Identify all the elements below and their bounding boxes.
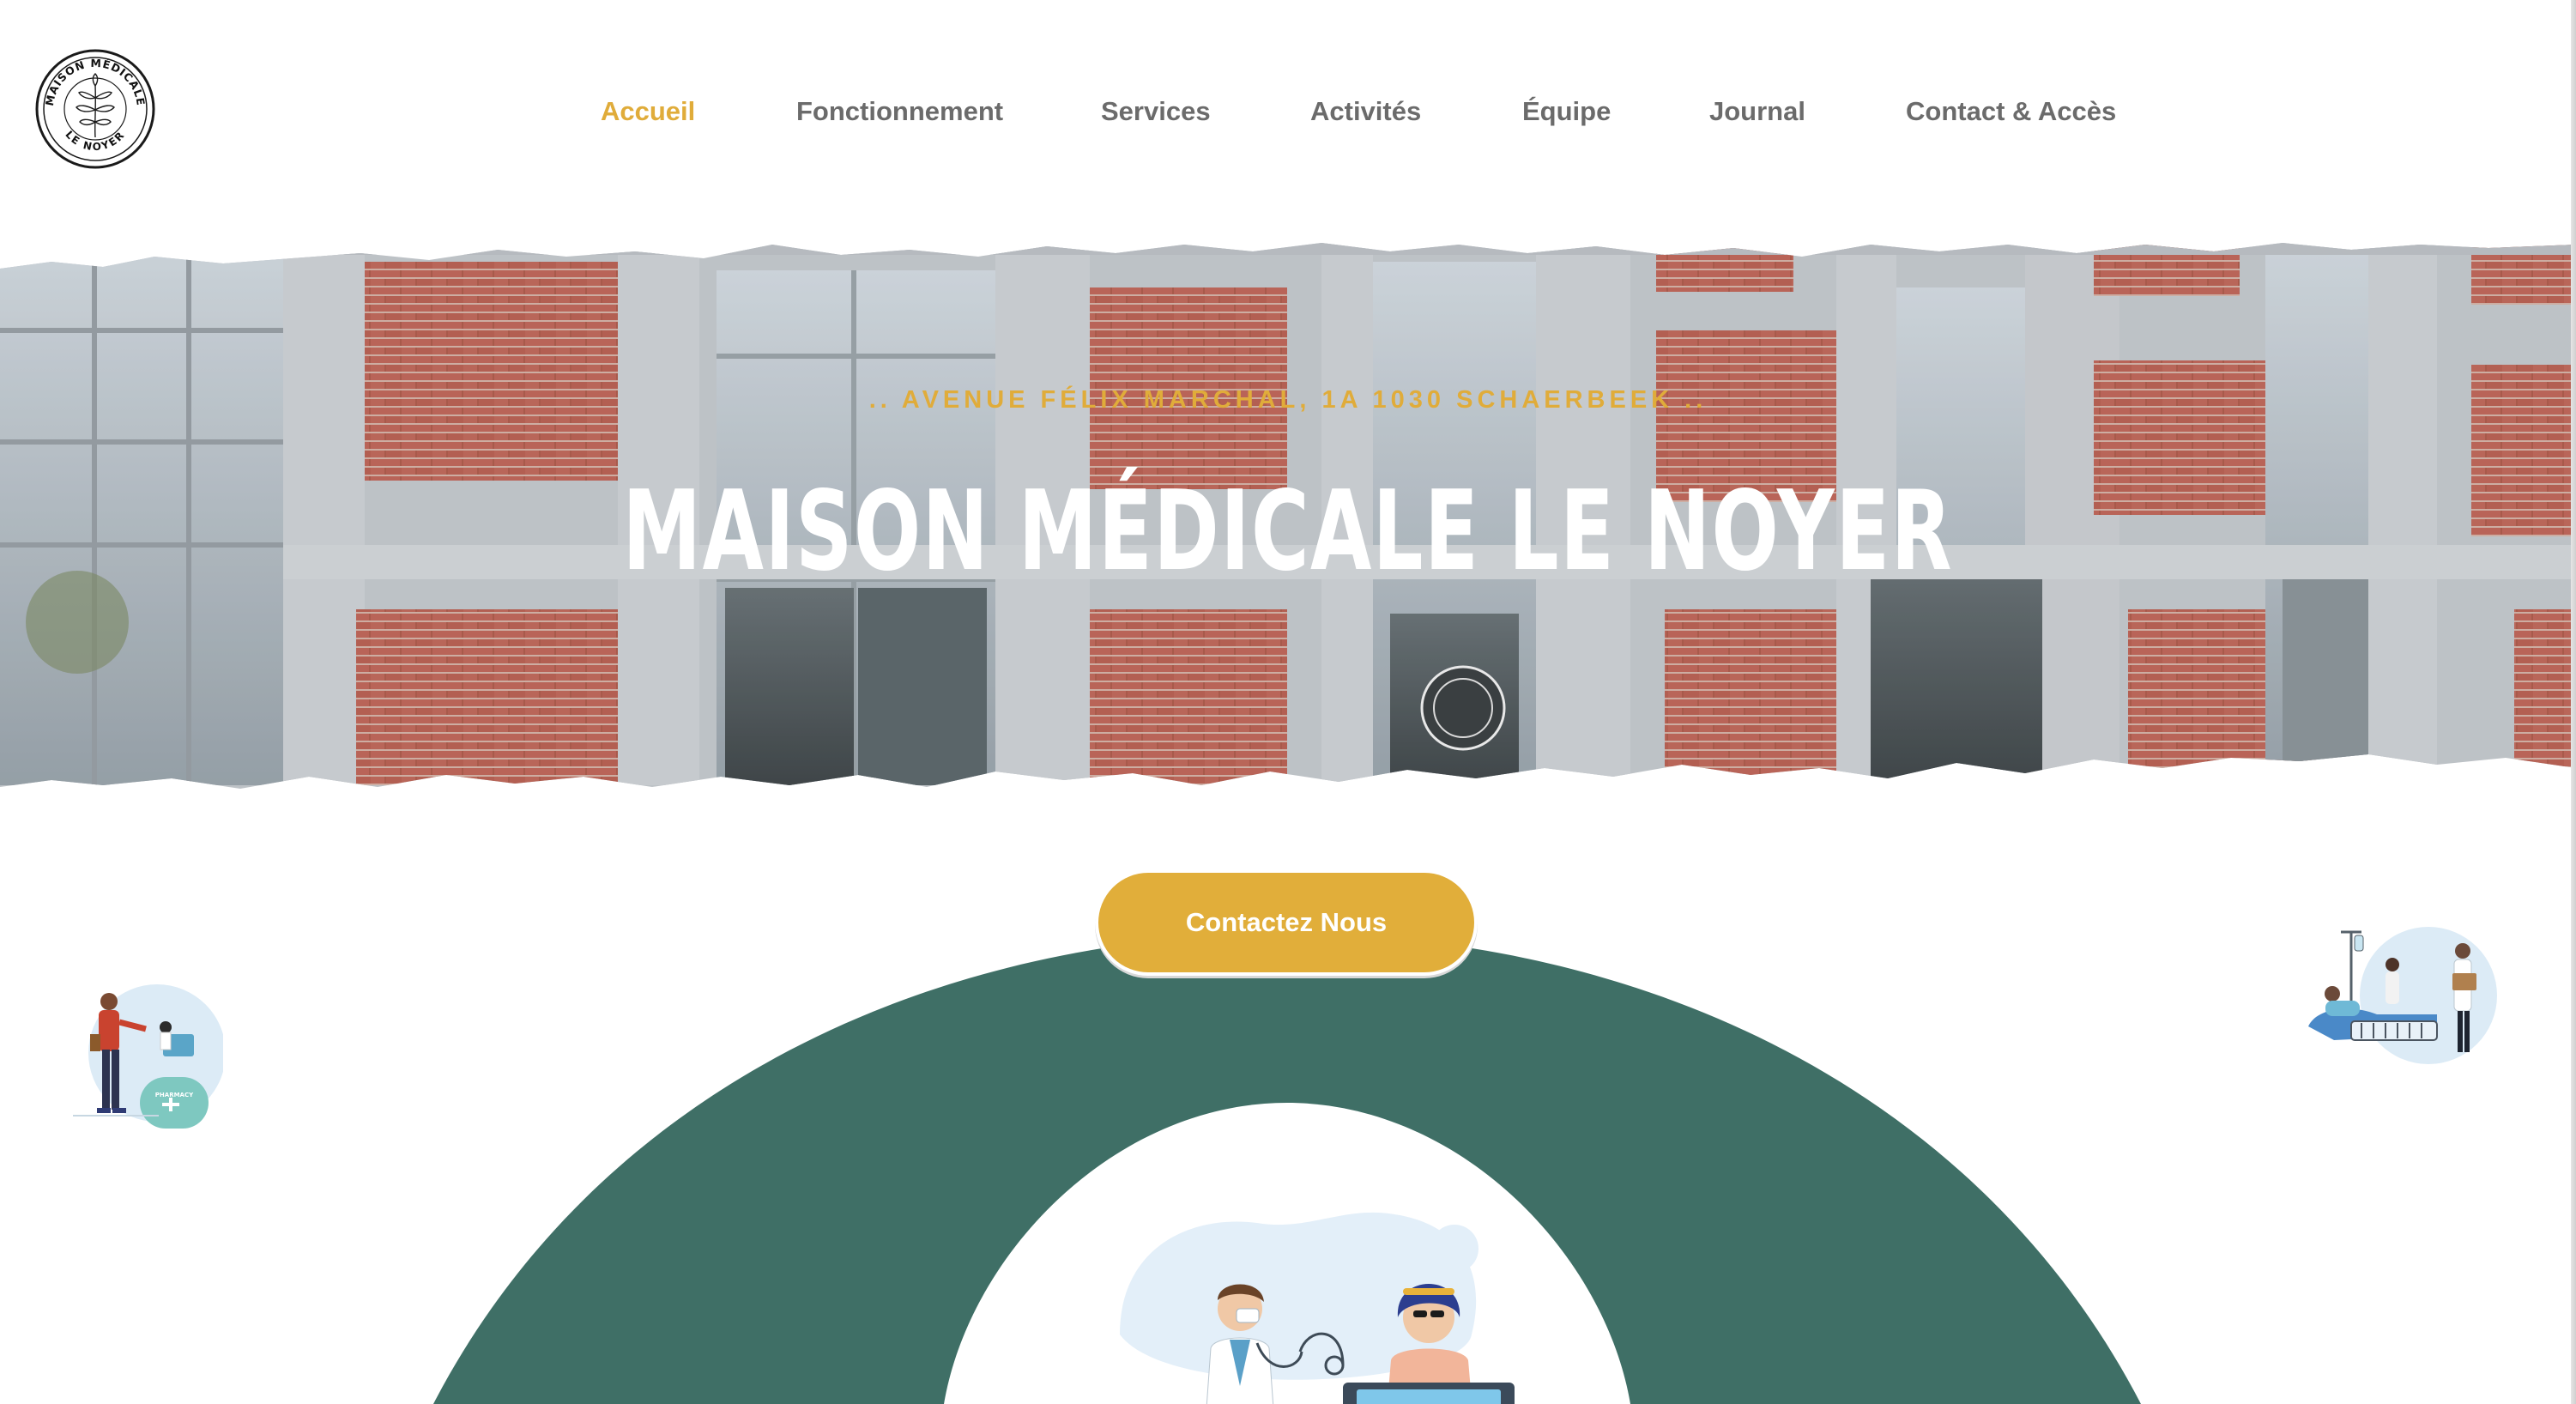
hero-address: .. AVENUE FÉLIX MARCHAL, 1A 1030 SCHAERB… [868,386,1708,414]
nav-item-fonctionnement[interactable]: Fonctionnement [796,90,1003,133]
doctor-patient-illustration [1085,1197,1532,1404]
nav-item-accueil[interactable]: Accueil [601,90,695,133]
page: MAISON MÉDICALE LE NOYER Accueil Fonctio… [0,0,2576,1404]
hero-title: MAISON MÉDICALE LE NOYER [622,468,1954,596]
nav-item-contact-acces[interactable]: Contact & Accès [1906,90,2116,133]
main-nav: Accueil Fonctionnement Services Activité… [0,90,2576,133]
pharmacy-sign-text: PHARMACY [155,1092,194,1098]
hero-banner: .. AVENUE FÉLIX MARCHAL, 1A 1030 SCHAERB… [0,219,2576,811]
nav-item-journal[interactable]: Journal [1709,90,1805,133]
nav-item-activites[interactable]: Activités [1310,90,1421,133]
nav-item-services[interactable]: Services [1101,90,1211,133]
viewport-edge [2571,0,2576,1404]
pharmacy-counter-illustration: PHARMACY [64,983,226,1154]
nav-item-equipe[interactable]: Équipe [1522,90,1611,133]
contact-us-button[interactable]: Contactez Nous [1095,869,1478,976]
hospital-bed-illustration [2300,925,2506,1071]
